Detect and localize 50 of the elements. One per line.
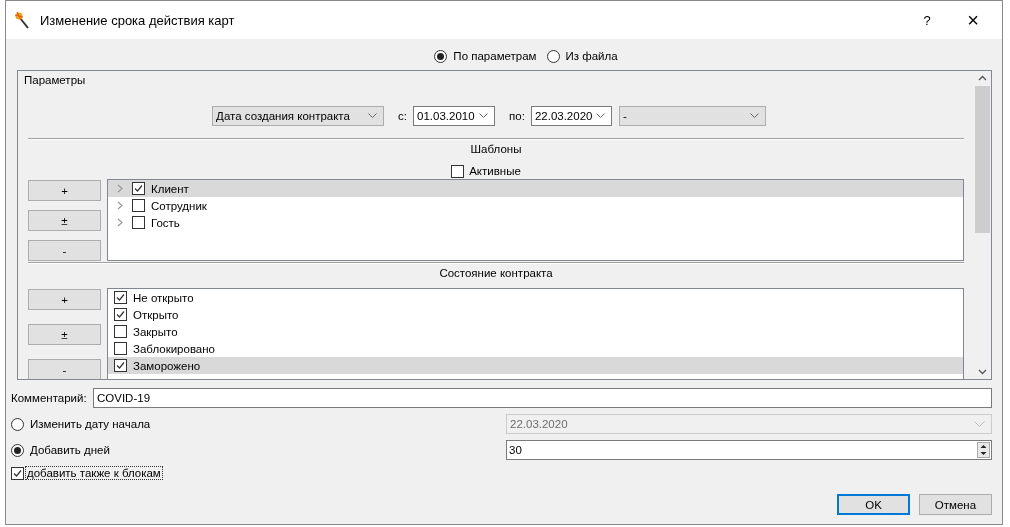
checkmark-icon bbox=[115, 309, 126, 320]
section-title: Состояние контракта bbox=[438, 267, 554, 281]
close-button[interactable]: × bbox=[950, 5, 996, 35]
list-action-button[interactable]: - bbox=[28, 240, 101, 261]
chevron-down-icon bbox=[368, 113, 378, 119]
mode-radio[interactable]: Из файла bbox=[546, 47, 618, 65]
list-item[interactable]: Заморожено bbox=[108, 357, 963, 374]
date-field-dropdown[interactable]: Дата создания контракта bbox=[212, 106, 385, 126]
checkmark-icon bbox=[115, 360, 126, 371]
from-date-field[interactable]: 01.03.2010 bbox=[413, 106, 496, 126]
wand-icon bbox=[14, 11, 32, 29]
list-action-button[interactable]: + bbox=[28, 180, 101, 201]
section-title: Шаблоны bbox=[469, 143, 523, 157]
comment-label: Комментарий: bbox=[11, 392, 88, 404]
to-date-field[interactable]: 22.03.2020 bbox=[530, 106, 612, 126]
list-item[interactable]: Не открыто bbox=[108, 289, 963, 306]
chevron-down-icon bbox=[974, 420, 985, 428]
list-action-button[interactable]: + bbox=[28, 289, 101, 310]
from-label: с: bbox=[398, 110, 408, 122]
to-label: по: bbox=[509, 110, 525, 122]
ok-button[interactable]: OK bbox=[837, 494, 910, 515]
spin-arrows-icon[interactable] bbox=[977, 442, 990, 458]
group-title: Параметры bbox=[24, 74, 87, 88]
active-checkbox[interactable]: Активные bbox=[451, 164, 521, 178]
comment-field[interactable]: COVID-19 bbox=[93, 388, 992, 408]
tree-item[interactable]: Сотрудник bbox=[108, 197, 963, 214]
checkmark-icon bbox=[12, 467, 23, 479]
tree-item[interactable]: Клиент bbox=[108, 180, 963, 197]
checkmark-icon bbox=[133, 183, 144, 194]
mode-radio[interactable]: По параметрам bbox=[434, 47, 537, 65]
window-title: Изменение срока действия карт bbox=[40, 12, 235, 28]
add-days-radio[interactable]: Добавить дней bbox=[11, 443, 110, 457]
chevron-down-icon bbox=[749, 113, 759, 119]
change-start-radio[interactable]: Изменить дату начала bbox=[11, 417, 151, 431]
help-button[interactable]: ? bbox=[904, 5, 950, 35]
days-spinbox[interactable]: 30 bbox=[506, 440, 992, 460]
scroll-down-icon[interactable] bbox=[978, 369, 987, 375]
cancel-button[interactable]: Отмена bbox=[919, 494, 992, 515]
extra-dropdown[interactable]: - bbox=[618, 106, 766, 126]
chevron-down-icon bbox=[595, 113, 605, 119]
chevron-down-icon bbox=[479, 113, 489, 119]
list-item[interactable]: Закрыто bbox=[108, 323, 963, 340]
list-item[interactable]: Открыто bbox=[108, 306, 963, 323]
list-item[interactable]: Заблокировано bbox=[108, 340, 963, 357]
scroll-up-icon[interactable] bbox=[978, 75, 987, 81]
list-action-button[interactable]: ± bbox=[28, 210, 101, 231]
checkmark-icon bbox=[115, 292, 126, 303]
list-action-button[interactable]: - bbox=[28, 359, 101, 379]
tree-item[interactable]: Гость bbox=[108, 214, 963, 231]
list-action-button[interactable]: ± bbox=[28, 324, 101, 345]
